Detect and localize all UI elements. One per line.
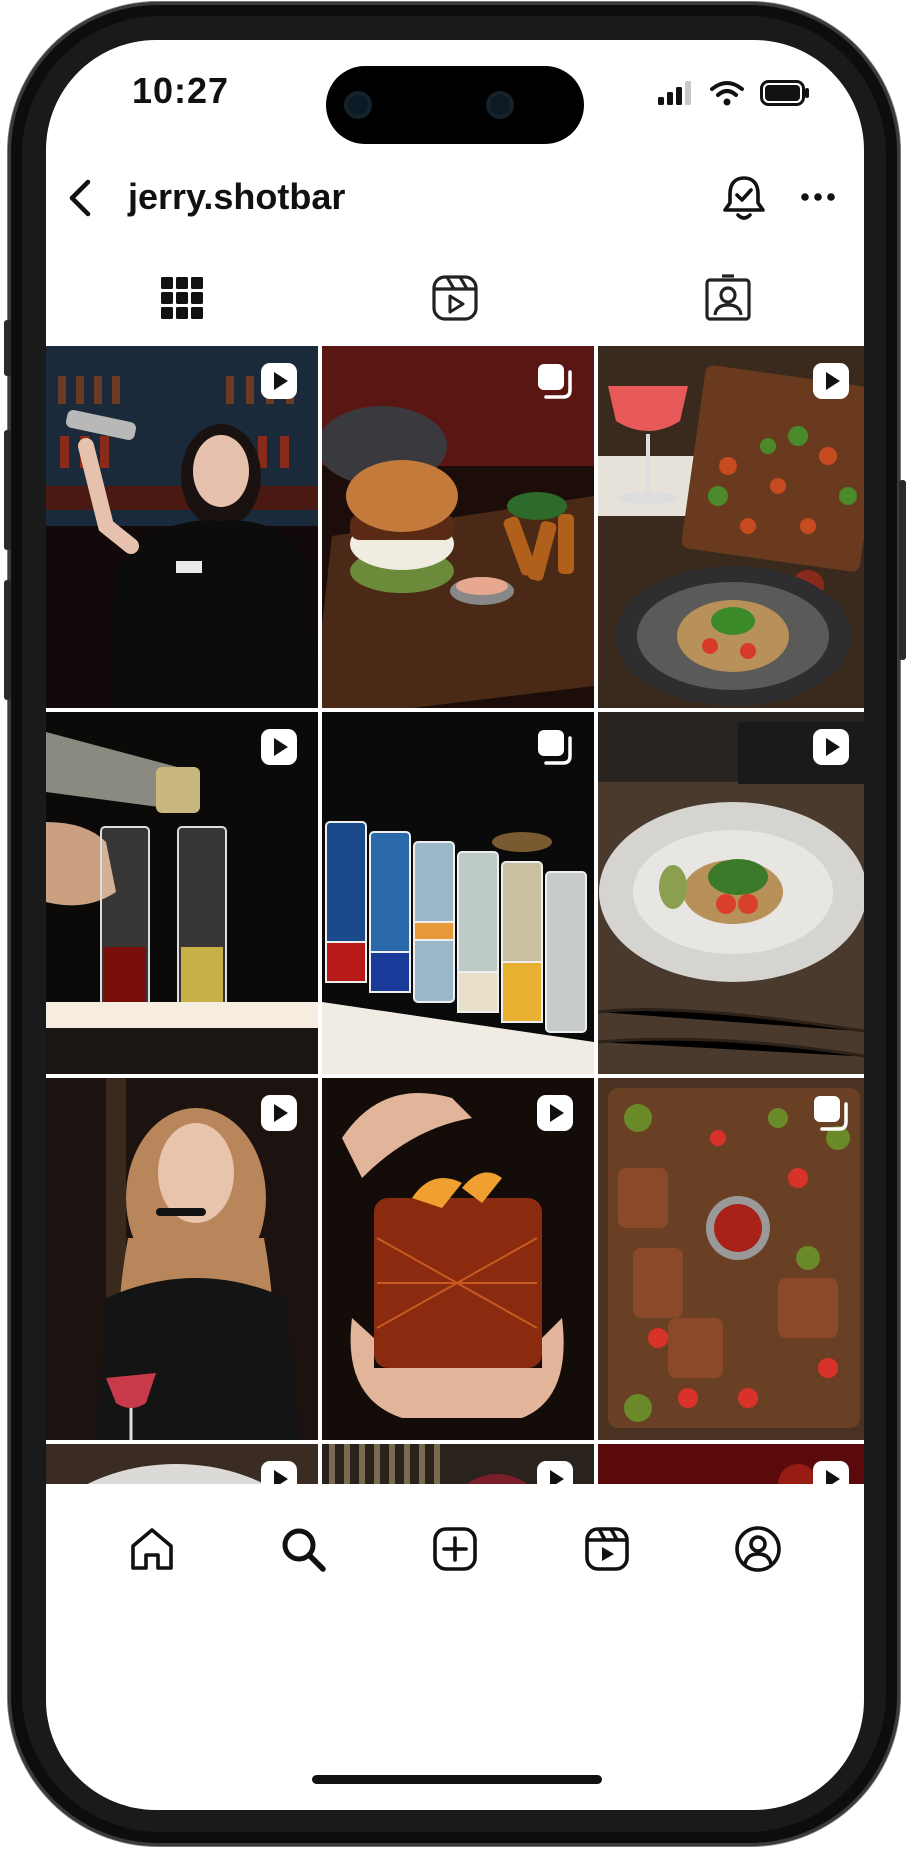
pouring-shots-photo <box>46 712 318 1074</box>
search-icon <box>282 1528 327 1572</box>
reel-badge-icon <box>537 1095 573 1131</box>
post-thumbnail[interactable] <box>46 712 318 1074</box>
post-thumbnail[interactable] <box>598 712 864 1074</box>
battery-icon <box>760 80 809 106</box>
dynamic-island <box>326 66 584 144</box>
nav-search[interactable] <box>273 1519 333 1579</box>
profile-username: jerry.shotbar <box>128 176 346 217</box>
post-thumbnail[interactable] <box>322 346 594 708</box>
nav-profile[interactable] <box>728 1519 788 1579</box>
tagged-person-icon <box>705 274 751 321</box>
reel-badge-icon <box>261 729 297 765</box>
carousel-badge-icon <box>538 364 572 399</box>
reels-icon <box>432 275 478 321</box>
profile-icon <box>735 1526 781 1572</box>
post-thumbnail[interactable] <box>598 1078 864 1440</box>
tab-reels[interactable] <box>319 250 592 346</box>
reel-badge-icon <box>261 363 297 399</box>
tab-grid[interactable] <box>46 250 319 346</box>
more-options-icon[interactable] <box>798 182 838 212</box>
home-icon <box>130 1528 173 1570</box>
layered-shots-photo <box>322 712 594 1074</box>
front-camera-icon <box>486 91 514 119</box>
grid-icon <box>161 277 204 319</box>
reel-badge-icon <box>813 363 849 399</box>
back-arrow-icon[interactable] <box>60 176 104 220</box>
post-thumbnail[interactable] <box>322 712 594 1074</box>
carousel-badge-icon <box>538 730 572 765</box>
home-indicator[interactable] <box>312 1775 602 1784</box>
bartender-photo <box>46 346 318 708</box>
woman-cocktail-photo <box>46 1078 318 1440</box>
whiskey-glass-photo <box>322 1078 594 1440</box>
volume-down-button <box>4 580 11 700</box>
post-thumbnail[interactable] <box>46 346 318 708</box>
post-thumbnail[interactable] <box>46 1444 318 1484</box>
meat-board-photo <box>598 1078 864 1440</box>
reels-icon <box>584 1527 629 1571</box>
status-icons <box>658 80 810 106</box>
carousel-badge-icon <box>814 1096 848 1131</box>
profile-tabs <box>46 250 864 346</box>
app-screen: 10:27 jerry.shotbar <box>46 40 864 1810</box>
reel-badge-icon <box>261 1095 297 1131</box>
reel-badge-icon <box>261 1461 297 1484</box>
wifi-icon <box>710 81 744 106</box>
posts-grid <box>46 346 864 1484</box>
nav-create[interactable] <box>425 1519 485 1579</box>
notification-bell-icon[interactable] <box>720 172 768 222</box>
reel-badge-icon <box>813 1461 849 1484</box>
post-thumbnail[interactable] <box>598 346 864 708</box>
volume-up-button <box>4 430 11 550</box>
tab-tagged[interactable] <box>591 250 864 346</box>
status-time: 10:27 <box>132 70 230 111</box>
mute-switch <box>4 320 11 376</box>
reel-badge-icon <box>537 1461 573 1484</box>
profile-header: jerry.shotbar <box>46 158 864 248</box>
power-button <box>899 480 906 660</box>
sensor-icon <box>344 91 372 119</box>
nav-home[interactable] <box>122 1519 182 1579</box>
create-icon <box>433 1527 477 1571</box>
nav-reels[interactable] <box>577 1519 637 1579</box>
burger-photo <box>322 346 594 708</box>
cellular-signal-icon <box>658 81 691 105</box>
post-thumbnail[interactable] <box>322 1078 594 1440</box>
bottom-navigation <box>46 1484 864 1614</box>
post-thumbnail[interactable] <box>46 1078 318 1440</box>
post-thumbnail[interactable] <box>598 1444 864 1484</box>
post-thumbnail[interactable] <box>322 1444 594 1484</box>
food-platter-photo <box>598 346 864 708</box>
reel-badge-icon <box>813 729 849 765</box>
plated-dish-photo <box>598 712 864 1074</box>
